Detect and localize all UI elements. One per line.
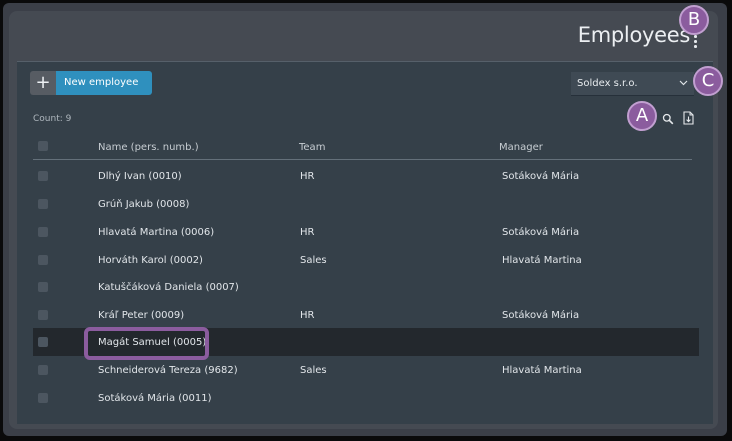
table-row[interactable]: Hlavatá Martina (0006) HR Sotáková Mária — [33, 218, 699, 246]
cell-team: HR — [300, 171, 315, 182]
table-row[interactable]: Sotáková Mária (0011) — [33, 384, 699, 412]
row-checkbox[interactable] — [38, 282, 48, 292]
cell-team: Sales — [300, 365, 327, 376]
table-row[interactable]: Kráľ Peter (0009) HR Sotáková Mária — [33, 301, 699, 329]
new-employee-label: New employee — [56, 71, 153, 95]
cell-manager: Hlavatá Martina — [502, 365, 582, 376]
plus-icon: + — [30, 71, 56, 95]
company-select[interactable]: Soldex s.r.o. — [571, 72, 694, 96]
row-checkbox[interactable] — [38, 393, 48, 403]
table-row[interactable]: Schneiderová Tereza (9682) Sales Hlavatá… — [33, 356, 699, 384]
company-select-value: Soldex s.r.o. — [577, 78, 638, 89]
cell-manager: Sotáková Mária — [502, 227, 580, 238]
chevron-down-icon — [679, 80, 688, 86]
column-header-name[interactable]: Name (pers. numb.) — [98, 142, 199, 153]
kebab-menu-icon[interactable] — [692, 34, 698, 50]
select-all-checkbox[interactable] — [38, 141, 48, 151]
cell-name: Sotáková Mária (0011) — [98, 393, 212, 404]
row-checkbox[interactable] — [38, 365, 48, 375]
row-checkbox[interactable] — [38, 171, 48, 181]
count-label: Count: 9 — [33, 114, 72, 124]
cell-manager: Hlavatá Martina — [502, 255, 582, 266]
annotation-marker-a: A — [627, 101, 657, 131]
row-checkbox[interactable] — [38, 310, 48, 320]
export-file-icon[interactable] — [683, 111, 694, 125]
cell-name: Horváth Karol (0002) — [98, 255, 203, 266]
table-row[interactable]: Horváth Karol (0002) Sales Hlavatá Marti… — [33, 246, 699, 274]
search-icon[interactable] — [662, 113, 674, 125]
annotation-marker-b: B — [679, 5, 709, 35]
cell-team: Sales — [300, 255, 327, 266]
row-checkbox[interactable] — [38, 337, 48, 347]
column-header-manager[interactable]: Manager — [499, 142, 543, 153]
table-row[interactable]: Dlhý Ivan (0010) HR Sotáková Mária — [33, 162, 699, 190]
highlight-box — [84, 327, 209, 360]
table-row[interactable]: Katuščáková Daniela (0007) — [33, 273, 699, 301]
cell-manager: Sotáková Mária — [502, 171, 580, 182]
row-checkbox[interactable] — [38, 199, 48, 209]
cell-name: Grúň Jakub (0008) — [98, 199, 190, 210]
row-checkbox[interactable] — [38, 227, 48, 237]
cell-name: Kráľ Peter (0009) — [98, 310, 185, 321]
cell-manager: Sotáková Mária — [502, 310, 580, 321]
column-header-team[interactable]: Team — [299, 142, 325, 153]
cell-name: Katuščáková Daniela (0007) — [98, 282, 239, 293]
annotation-marker-c: C — [693, 66, 723, 96]
table-header: Name (pers. numb.) Team Manager — [33, 137, 692, 160]
table-row[interactable]: Grúň Jakub (0008) — [33, 190, 699, 218]
cell-name: Hlavatá Martina (0006) — [98, 227, 215, 238]
page-title: Employees — [577, 23, 691, 47]
cell-team: HR — [300, 227, 315, 238]
cell-name: Schneiderová Tereza (9682) — [98, 365, 238, 376]
new-employee-button[interactable]: + New employee — [30, 71, 153, 95]
cell-team: HR — [300, 310, 315, 321]
cell-name: Dlhý Ivan (0010) — [98, 171, 182, 182]
row-checkbox[interactable] — [38, 255, 48, 265]
